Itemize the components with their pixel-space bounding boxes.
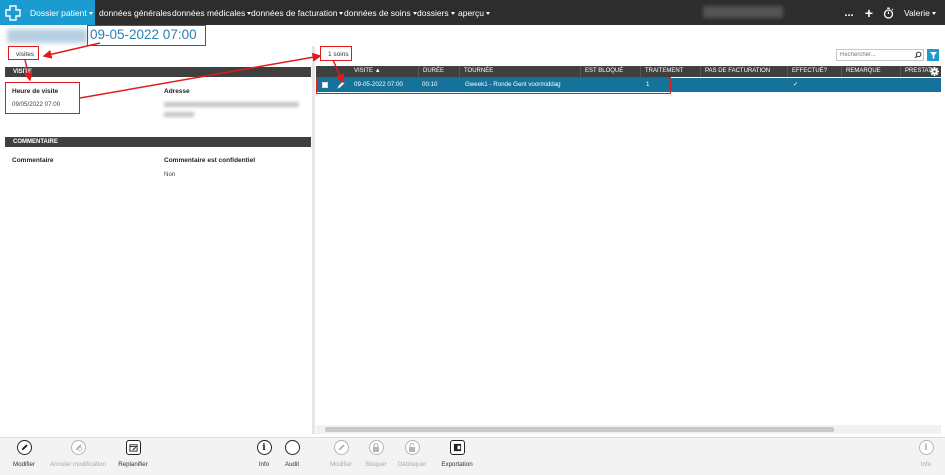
replan-button[interactable]: Replanifier <box>103 440 163 473</box>
column-header-tournee[interactable]: TOURNÉE <box>459 66 493 77</box>
column-label: REMARQUE <box>846 68 881 74</box>
nav-label: dossiers <box>417 7 449 18</box>
column-label: TOURNÉE <box>464 68 494 74</box>
address-label: Adresse <box>164 88 190 95</box>
timer-button[interactable] <box>881 0 895 25</box>
add-button[interactable]: + <box>862 0 876 25</box>
medical-cross-icon <box>5 4 21 21</box>
export-button[interactable]: Exportation <box>427 440 487 473</box>
column-header-traitement[interactable]: TRAITEMENT <box>640 66 683 77</box>
toolbar-label: Annuler modification <box>49 461 107 468</box>
nav-care-data[interactable]: données de soins <box>344 0 417 25</box>
nav-general-data[interactable]: données générales <box>99 0 171 25</box>
column-header-effectue[interactable]: EFFECTUÉ? <box>787 66 827 77</box>
nav-billing-data[interactable]: données de facturation <box>251 0 344 25</box>
redacted-patient-name <box>7 29 87 43</box>
cell-remarque <box>841 78 845 92</box>
column-label: PAS DE FACTURATION <box>705 68 771 74</box>
filter-icon <box>929 51 937 59</box>
filter-button[interactable] <box>927 49 939 61</box>
column-settings-button[interactable] <box>930 67 939 76</box>
cancel-modification-button[interactable]: Annuler modification <box>47 440 109 473</box>
annotation-box <box>320 46 352 61</box>
column-header-pas-de-facturation[interactable]: PAS DE FACTURATION <box>700 66 770 77</box>
comment-label: Commentaire <box>12 157 54 164</box>
info-icon: i <box>918 440 934 455</box>
audit-icon <box>284 440 300 455</box>
app-logo[interactable] <box>0 0 26 25</box>
nav-label: données générales <box>99 7 172 18</box>
chevron-down-icon <box>450 11 455 15</box>
annotation-box <box>5 82 80 114</box>
redacted-name <box>703 6 783 18</box>
edit-icon <box>16 440 32 455</box>
toolbar-label: Replanifier <box>118 461 148 468</box>
plus-icon: + <box>864 4 874 21</box>
column-header-remarque[interactable]: REMARQUE <box>841 66 881 77</box>
column-label: EST BLOQUÉ <box>585 68 624 74</box>
nav-label: données médicales <box>172 7 246 18</box>
scrollbar-thumb[interactable] <box>325 427 834 432</box>
grid-header: VISITE ▲ DURÉE TOURNÉE EST BLOQUÉ TRAITE… <box>316 66 941 77</box>
nav-label: données de facturation <box>251 7 338 18</box>
more-button[interactable]: ... <box>843 0 855 25</box>
user-menu[interactable]: Valerie <box>904 0 936 25</box>
redacted-address <box>164 112 194 117</box>
patient-file-menu-label: Dossier patient <box>30 7 87 18</box>
column-label: DURÉE <box>423 68 445 74</box>
column-label: PRESTAT <box>905 68 932 74</box>
chevron-down-icon <box>88 11 93 15</box>
modifier-visit-button[interactable]: Modifier <box>0 440 54 473</box>
chevron-down-icon <box>931 11 936 15</box>
gear-icon <box>930 67 939 76</box>
search-icon <box>914 51 922 59</box>
column-label: TRAITEMENT <box>645 68 684 74</box>
column-label: EFFECTUÉ? <box>792 68 828 74</box>
top-nav: Dossier patient données générales donnée… <box>0 0 945 25</box>
confidential-value: Non <box>164 171 176 178</box>
nav-overview[interactable]: aperçu <box>458 0 490 25</box>
toolbar-label: Modifier <box>12 461 35 468</box>
column-header-duree[interactable]: DURÉE <box>418 66 444 77</box>
undo-edit-icon <box>70 440 86 455</box>
toolbar-label: Débloquer <box>397 461 427 468</box>
column-header-prestations[interactable]: PRESTAT <box>900 66 932 77</box>
cell-effectue: ✓ <box>793 81 799 88</box>
toolbar-label: Audit <box>284 461 300 468</box>
nav-files[interactable]: dossiers <box>417 0 455 25</box>
export-icon <box>449 440 465 455</box>
visit-section-header: VISITE <box>5 67 311 77</box>
toolbar-label: Exportation <box>441 461 473 468</box>
calendar-edit-icon <box>125 440 141 455</box>
comment-section-header: COMMENTAIRE <box>5 137 311 147</box>
annotation-box <box>8 46 39 60</box>
confidential-label: Commentaire est confidentiel <box>164 157 256 164</box>
toolbar-label: Info <box>920 461 932 468</box>
chevron-down-icon <box>486 11 490 15</box>
column-header-visite[interactable]: VISITE ▲ <box>350 66 381 77</box>
more-icon: ... <box>844 6 854 19</box>
sort-asc-icon: ▲ <box>374 68 381 74</box>
user-name: Valerie <box>904 7 930 18</box>
panel-splitter[interactable] <box>312 46 315 434</box>
nav-label: données de soins <box>344 7 411 18</box>
search-input[interactable] <box>836 49 924 61</box>
annotation-box <box>316 77 671 94</box>
info-right-button[interactable]: i Info <box>896 440 945 473</box>
unlock-icon <box>404 440 420 455</box>
chevron-down-icon <box>339 11 344 15</box>
redacted-address <box>164 102 299 107</box>
patient-file-menu[interactable]: Dossier patient <box>26 0 95 25</box>
nav-label: aperçu <box>458 7 484 18</box>
column-header-est-bloque[interactable]: EST BLOQUÉ <box>580 66 623 77</box>
search-button[interactable] <box>913 50 923 60</box>
column-label: VISITE <box>354 68 374 74</box>
annotation-box <box>87 25 206 46</box>
nav-medical-data[interactable]: données médicales <box>172 0 252 25</box>
cell-pas-de-facturation <box>700 78 704 92</box>
stopwatch-icon <box>883 7 893 19</box>
